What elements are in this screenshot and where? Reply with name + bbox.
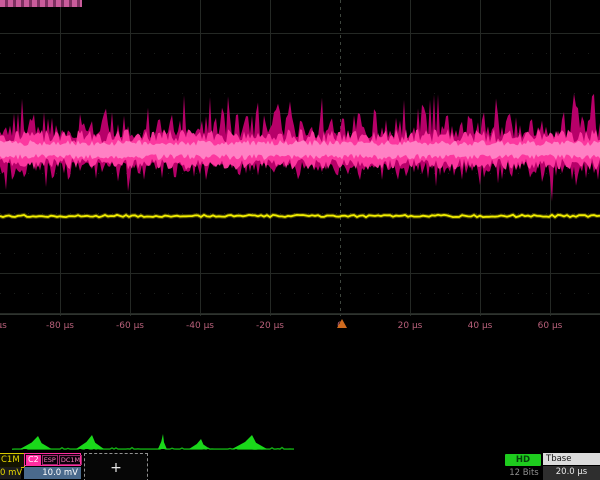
resolution-label: 12 Bits [503, 467, 545, 479]
timebase-descriptor[interactable]: Tbase [543, 453, 600, 465]
measure-histicon[interactable] [20, 436, 52, 449]
time-axis-label: -60 µs [116, 321, 144, 331]
c2-esp-badge: ESP [42, 455, 58, 465]
graticule [0, 0, 600, 316]
add-trace-button[interactable]: + [84, 453, 148, 480]
time-axis-label: -20 µs [256, 321, 284, 331]
time-axis-label: 40 µs [468, 321, 493, 331]
c2-scale-value: 10.0 mV [24, 467, 81, 479]
measure-histicon[interactable] [232, 435, 267, 449]
measurement-table: P1 mean(C1)440 µV363.98 µV263 µV474 µV32… [0, 340, 600, 432]
c2-label: C2 [26, 455, 41, 465]
time-axis-label: 20 µs [398, 321, 423, 331]
c1-coupling-label: C1M [1, 455, 20, 465]
plus-icon: + [110, 462, 122, 474]
channel-c2-descriptor[interactable]: C2 ESP DC1M [24, 453, 81, 466]
c1-scale-value: 0 mV [0, 467, 21, 479]
time-axis-label: -100 µs [0, 321, 7, 331]
time-axis-label: -80 µs [46, 321, 74, 331]
timebase-value: 20.0 µs [543, 466, 600, 480]
time-axis-label: 60 µs [538, 321, 563, 331]
c2-coupling-badge: DC1M [59, 455, 82, 465]
time-axis-label: -40 µs [186, 321, 214, 331]
measure-histicon[interactable] [158, 434, 167, 449]
oscilloscope-screen: -100 µs-80 µs-60 µs-40 µs-20 µs020 µs40 … [0, 0, 600, 480]
measure-histicon[interactable] [189, 439, 210, 449]
hd-mode-badge[interactable]: HD [505, 454, 541, 466]
measurement-histicon-strip[interactable] [0, 431, 600, 452]
trigger-position-marker[interactable] [337, 319, 347, 328]
measure-histicon[interactable] [76, 435, 104, 449]
channel-c1-descriptor[interactable]: C1M [0, 453, 25, 468]
clipped-top-label [0, 0, 82, 7]
